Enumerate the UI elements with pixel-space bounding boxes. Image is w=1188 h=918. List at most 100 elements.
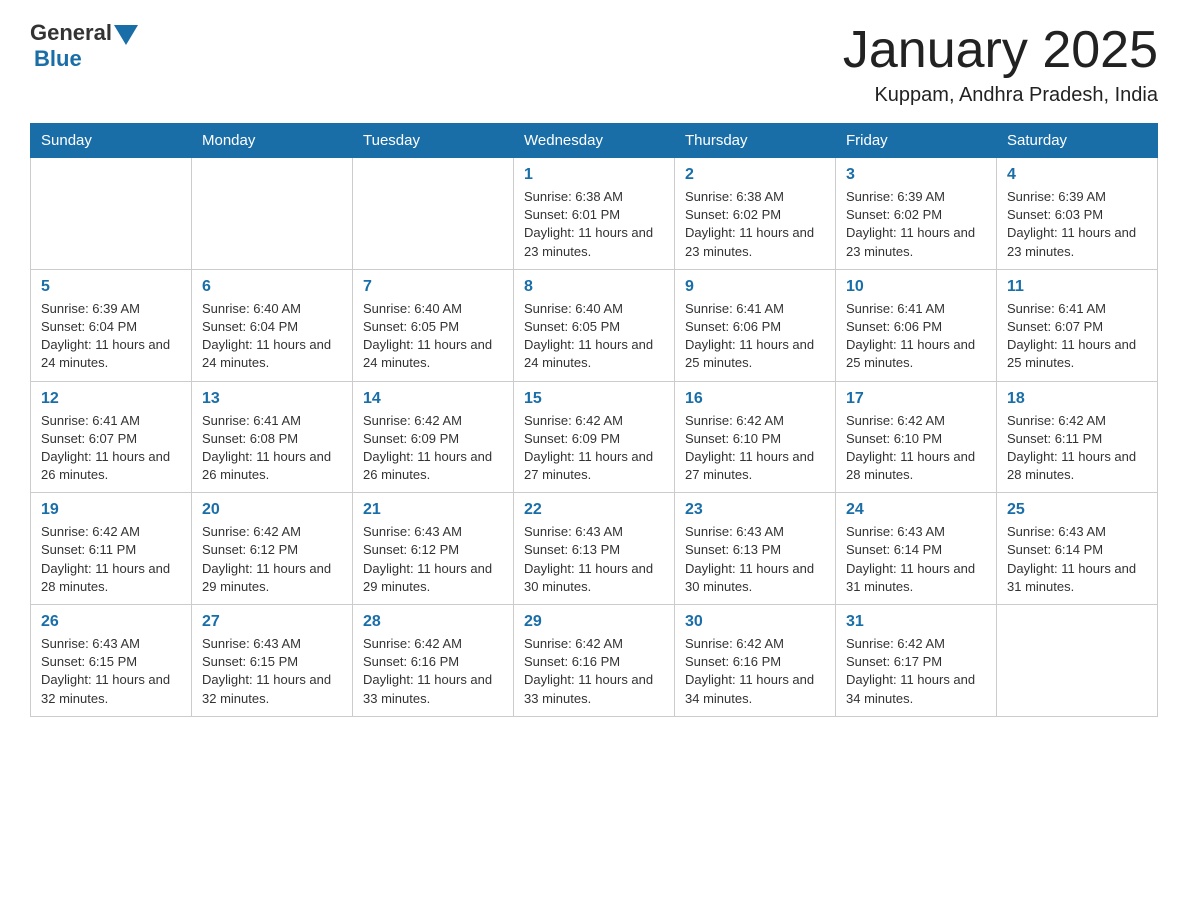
calendar-cell: 25 Sunrise: 6:43 AMSunset: 6:14 PMDayligh… xyxy=(997,493,1158,605)
day-number: 30 xyxy=(685,613,825,631)
calendar-cell: 3 Sunrise: 6:39 AMSunset: 6:02 PMDaylight… xyxy=(836,158,997,270)
day-number: 24 xyxy=(846,501,986,519)
day-info: Sunrise: 6:39 AMSunset: 6:02 PMDaylight:… xyxy=(846,188,986,261)
day-number: 19 xyxy=(41,501,181,519)
calendar-cell: 19 Sunrise: 6:42 AMSunset: 6:11 PMDayligh… xyxy=(31,493,192,605)
weekday-header-wednesday: Wednesday xyxy=(514,124,675,158)
calendar-cell: 28Sunrise: 6:42 AMSunset: 6:16 PMDayligh… xyxy=(353,605,514,717)
calendar-cell: 21Sunrise: 6:43 AMSunset: 6:12 PMDayligh… xyxy=(353,493,514,605)
calendar-cell: 17Sunrise: 6:42 AMSunset: 6:10 PMDayligh… xyxy=(836,381,997,493)
day-info: Sunrise: 6:42 AMSunset: 6:12 PMDaylight:… xyxy=(202,523,342,596)
day-info: Sunrise: 6:40 AMSunset: 6:04 PMDaylight:… xyxy=(202,300,342,373)
day-number: 31 xyxy=(846,613,986,631)
month-title: January 2025 xyxy=(843,20,1158,80)
day-info: Sunrise: 6:42 AMSunset: 6:16 PMDaylight:… xyxy=(524,635,664,708)
day-info: Sunrise: 6:42 AMSunset: 6:16 PMDaylight:… xyxy=(685,635,825,708)
calendar-cell: 4Sunrise: 6:39 AMSunset: 6:03 PMDaylight… xyxy=(997,158,1158,270)
day-info: Sunrise: 6:42 AMSunset: 6:16 PMDaylight:… xyxy=(363,635,503,708)
logo-general-text: General xyxy=(30,20,112,46)
calendar-week-row: 1Sunrise: 6:38 AMSunset: 6:01 PMDaylight… xyxy=(31,158,1158,270)
day-info: Sunrise: 6:41 AMSunset: 6:06 PMDaylight:… xyxy=(846,300,986,373)
day-info: Sunrise: 6:42 AMSunset: 6:11 PMDaylight:… xyxy=(41,523,181,596)
location-title: Kuppam, Andhra Pradesh, India xyxy=(843,84,1158,107)
calendar-cell: 31Sunrise: 6:42 AMSunset: 6:17 PMDayligh… xyxy=(836,605,997,717)
day-number: 11 xyxy=(1007,278,1147,296)
day-number: 26 xyxy=(41,613,181,631)
calendar-cell xyxy=(997,605,1158,717)
day-number: 3 xyxy=(846,166,986,184)
day-number: 27 xyxy=(202,613,342,631)
day-number: 8 xyxy=(524,278,664,296)
calendar-cell: 20 Sunrise: 6:42 AMSunset: 6:12 PMDayligh… xyxy=(192,493,353,605)
calendar-cell: 26 Sunrise: 6:43 AMSunset: 6:15 PMDayligh… xyxy=(31,605,192,717)
day-number: 9 xyxy=(685,278,825,296)
weekday-header-monday: Monday xyxy=(192,124,353,158)
weekday-header-thursday: Thursday xyxy=(675,124,836,158)
day-number: 16 xyxy=(685,390,825,408)
calendar-cell: 18 Sunrise: 6:42 AMSunset: 6:11 PMDayligh… xyxy=(997,381,1158,493)
calendar-cell: 8 Sunrise: 6:40 AMSunset: 6:05 PMDaylight… xyxy=(514,269,675,381)
calendar-cell: 6 Sunrise: 6:40 AMSunset: 6:04 PMDaylight… xyxy=(192,269,353,381)
calendar-week-row: 19 Sunrise: 6:42 AMSunset: 6:11 PMDayligh… xyxy=(31,493,1158,605)
calendar-cell: 22 Sunrise: 6:43 AMSunset: 6:13 PMDayligh… xyxy=(514,493,675,605)
day-number: 12 xyxy=(41,390,181,408)
day-number: 1 xyxy=(524,166,664,184)
calendar-week-row: 5 Sunrise: 6:39 AMSunset: 6:04 PMDaylight… xyxy=(31,269,1158,381)
calendar-week-row: 12 Sunrise: 6:41 AMSunset: 6:07 PMDayligh… xyxy=(31,381,1158,493)
day-number: 20 xyxy=(202,501,342,519)
calendar-cell: 14Sunrise: 6:42 AMSunset: 6:09 PMDayligh… xyxy=(353,381,514,493)
day-number: 10 xyxy=(846,278,986,296)
calendar-cell: 1Sunrise: 6:38 AMSunset: 6:01 PMDaylight… xyxy=(514,158,675,270)
day-info: Sunrise: 6:43 AMSunset: 6:12 PMDaylight:… xyxy=(363,523,503,596)
calendar-cell: 9 Sunrise: 6:41 AMSunset: 6:06 PMDaylight… xyxy=(675,269,836,381)
day-info: Sunrise: 6:41 AMSunset: 6:07 PMDaylight:… xyxy=(41,412,181,485)
day-info: Sunrise: 6:40 AMSunset: 6:05 PMDaylight:… xyxy=(524,300,664,373)
day-info: Sunrise: 6:43 AMSunset: 6:13 PMDaylight:… xyxy=(524,523,664,596)
calendar-cell: 30 Sunrise: 6:42 AMSunset: 6:16 PMDayligh… xyxy=(675,605,836,717)
calendar-cell xyxy=(353,158,514,270)
day-info: Sunrise: 6:41 AMSunset: 6:08 PMDaylight:… xyxy=(202,412,342,485)
calendar-cell xyxy=(192,158,353,270)
day-number: 22 xyxy=(524,501,664,519)
page-header: General Blue January 2025 Kuppam, Andhra… xyxy=(30,20,1158,107)
title-area: January 2025 Kuppam, Andhra Pradesh, Ind… xyxy=(843,20,1158,107)
day-info: Sunrise: 6:38 AMSunset: 6:02 PMDaylight:… xyxy=(685,188,825,261)
calendar-cell: 7Sunrise: 6:40 AMSunset: 6:05 PMDaylight… xyxy=(353,269,514,381)
day-number: 25 xyxy=(1007,501,1147,519)
logo-triangle-icon xyxy=(114,25,138,45)
calendar-cell: 11 Sunrise: 6:41 AMSunset: 6:07 PMDayligh… xyxy=(997,269,1158,381)
day-info: Sunrise: 6:43 AMSunset: 6:14 PMDaylight:… xyxy=(1007,523,1147,596)
day-number: 14 xyxy=(363,390,503,408)
calendar-cell: 5 Sunrise: 6:39 AMSunset: 6:04 PMDaylight… xyxy=(31,269,192,381)
calendar-cell: 23 Sunrise: 6:43 AMSunset: 6:13 PMDayligh… xyxy=(675,493,836,605)
day-info: Sunrise: 6:42 AMSunset: 6:09 PMDaylight:… xyxy=(524,412,664,485)
day-number: 29 xyxy=(524,613,664,631)
day-info: Sunrise: 6:42 AMSunset: 6:10 PMDaylight:… xyxy=(685,412,825,485)
weekday-header-tuesday: Tuesday xyxy=(353,124,514,158)
calendar-cell: 16 Sunrise: 6:42 AMSunset: 6:10 PMDayligh… xyxy=(675,381,836,493)
day-info: Sunrise: 6:43 AMSunset: 6:14 PMDaylight:… xyxy=(846,523,986,596)
day-info: Sunrise: 6:41 AMSunset: 6:07 PMDaylight:… xyxy=(1007,300,1147,373)
calendar-cell: 12 Sunrise: 6:41 AMSunset: 6:07 PMDayligh… xyxy=(31,381,192,493)
day-info: Sunrise: 6:39 AMSunset: 6:04 PMDaylight:… xyxy=(41,300,181,373)
calendar-cell: 29 Sunrise: 6:42 AMSunset: 6:16 PMDayligh… xyxy=(514,605,675,717)
weekday-header-row: SundayMondayTuesdayWednesdayThursdayFrid… xyxy=(31,124,1158,158)
weekday-header-saturday: Saturday xyxy=(997,124,1158,158)
calendar-cell: 24 Sunrise: 6:43 AMSunset: 6:14 PMDayligh… xyxy=(836,493,997,605)
calendar-cell: 10 Sunrise: 6:41 AMSunset: 6:06 PMDayligh… xyxy=(836,269,997,381)
day-info: Sunrise: 6:42 AMSunset: 6:10 PMDaylight:… xyxy=(846,412,986,485)
day-number: 6 xyxy=(202,278,342,296)
day-info: Sunrise: 6:43 AMSunset: 6:13 PMDaylight:… xyxy=(685,523,825,596)
day-number: 13 xyxy=(202,390,342,408)
day-number: 23 xyxy=(685,501,825,519)
day-number: 2 xyxy=(685,166,825,184)
day-number: 18 xyxy=(1007,390,1147,408)
calendar-table: SundayMondayTuesdayWednesdayThursdayFrid… xyxy=(30,123,1158,717)
day-info: Sunrise: 6:41 AMSunset: 6:06 PMDaylight:… xyxy=(685,300,825,373)
day-number: 5 xyxy=(41,278,181,296)
day-info: Sunrise: 6:43 AMSunset: 6:15 PMDaylight:… xyxy=(41,635,181,708)
calendar-week-row: 26 Sunrise: 6:43 AMSunset: 6:15 PMDayligh… xyxy=(31,605,1158,717)
calendar-cell: 27 Sunrise: 6:43 AMSunset: 6:15 PMDayligh… xyxy=(192,605,353,717)
day-info: Sunrise: 6:43 AMSunset: 6:15 PMDaylight:… xyxy=(202,635,342,708)
day-info: Sunrise: 6:42 AMSunset: 6:11 PMDaylight:… xyxy=(1007,412,1147,485)
